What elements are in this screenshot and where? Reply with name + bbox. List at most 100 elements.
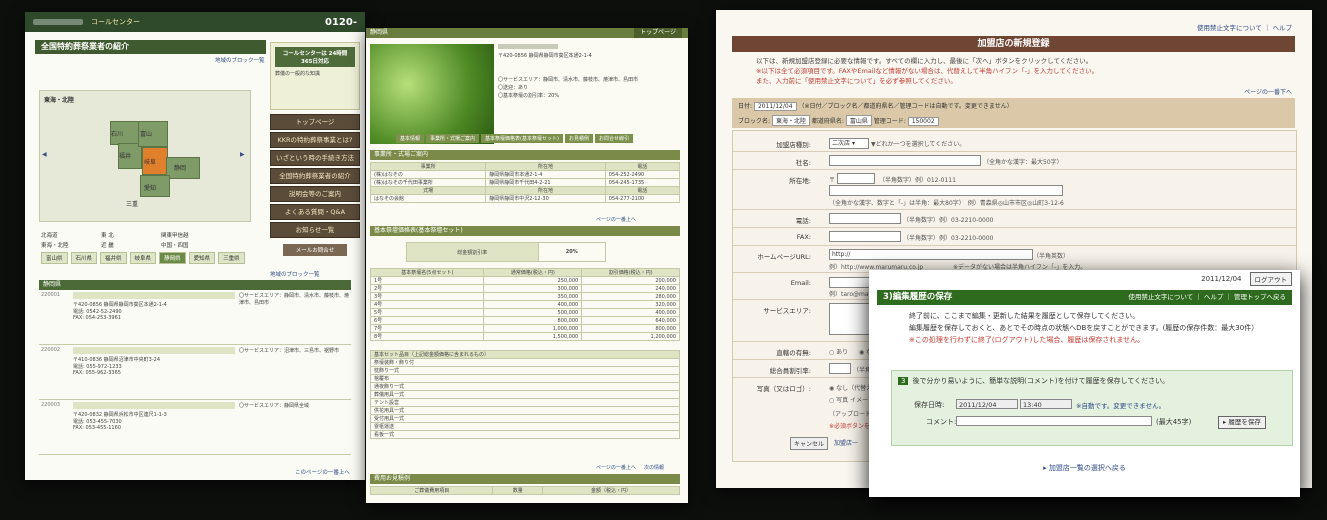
region-tokai[interactable]: 東海・北陸 xyxy=(41,241,101,249)
tab-contact[interactable]: お問合せ線引 xyxy=(594,134,633,143)
agent-main: 〒410-0836 静岡県沼津市中央町3-24 電話: 055-972-1233… xyxy=(71,345,237,399)
direct-yes-radio[interactable]: ○ あり xyxy=(829,347,848,356)
cell: 054-245-1735 xyxy=(604,178,681,187)
pref-button-toyama[interactable]: 富山県 xyxy=(41,252,68,264)
set-item: 棺覆布 xyxy=(370,374,680,383)
address-input[interactable] xyxy=(829,185,1063,196)
type-label: 加盟店種別: xyxy=(776,141,811,149)
pref-button-aichi[interactable]: 愛知県 xyxy=(188,252,216,264)
prefecture-buttons: 富山県 石川県 福井県 岐阜県 静岡県 愛知県 三重県 xyxy=(41,252,251,264)
table-row: 220003 〒420-0832 静岡県浜松市中区連尺1-1-3 電話: 053… xyxy=(39,400,351,455)
admin-top-link[interactable]: 管理トップへ戻る xyxy=(1234,293,1286,301)
tab-price[interactable]: 基本祭壇価格表(基本祭壇セット) xyxy=(481,134,563,143)
mail-contact-button[interactable]: メールお問合せ xyxy=(283,244,347,256)
agent-tel: 電話: 0542-52-2490 xyxy=(73,309,122,315)
set-item: 受付用具一式 xyxy=(370,414,680,423)
agent-directory-window: コールセンター 0120- 全国特約葬祭業者の紹介 地域のブロック一覧 東海・北… xyxy=(25,12,365,480)
section-venues: 事業所・式場ご案内 xyxy=(370,150,680,160)
logout-button[interactable]: ログアウト xyxy=(1249,272,1292,286)
region-kanto[interactable]: 関東甲信越 xyxy=(161,231,221,239)
nav-about[interactable]: KKRの特約葬祭事業とは? xyxy=(270,132,360,148)
tel-input[interactable] xyxy=(829,213,901,224)
breadcrumb: 静岡県 xyxy=(370,29,389,36)
map-left-arrow-icon[interactable]: ◀ xyxy=(42,151,47,158)
region-tohoku[interactable]: 東 北 xyxy=(101,231,161,239)
cell: 280,000 xyxy=(581,292,680,301)
cancel-button[interactable]: キャンセル xyxy=(790,437,829,450)
page-top-link[interactable]: このページの一番上へ xyxy=(295,468,350,476)
instructions: 終了前に、ここまで編集・更新した結果を履歴として保存してください。 編集履歴を保… xyxy=(909,310,1289,346)
next-info-link[interactable]: 次の情報 xyxy=(644,464,664,471)
cell: 1,200,000 xyxy=(581,332,680,341)
nav-directory[interactable]: 全国特約葬祭業者の紹介 xyxy=(270,168,360,184)
map-right-arrow-icon[interactable]: ▶ xyxy=(240,151,245,158)
set-item: 通夜飾り一式 xyxy=(370,382,680,391)
member-list-link[interactable]: 加盟店一 xyxy=(834,438,858,447)
zip-input[interactable] xyxy=(837,173,875,184)
set-item: 供花用具一式 xyxy=(370,406,680,415)
agent-detail-window: 静岡県 トップページ 〒420-0856 静岡県静岡市葵区本通2-1-4 〇サー… xyxy=(366,28,688,503)
table-row: (株)はなその 静岡県静岡市本通2-1-4 054-252-2490 xyxy=(369,170,681,179)
pref-button-gifu[interactable]: 岐阜県 xyxy=(129,252,157,264)
page-title: 加盟店の新規登録 xyxy=(732,36,1295,52)
nav-news[interactable]: お知らせ一覧 xyxy=(270,222,360,238)
forbidden-chars-link[interactable]: 使用禁止文字について xyxy=(1128,293,1193,301)
nav-seminar[interactable]: 説明会等のご案内 xyxy=(270,186,360,202)
agent-name-blurred xyxy=(73,402,235,409)
col-header: 通常価格(税込・円) xyxy=(483,268,583,277)
help-link[interactable]: ヘルプ xyxy=(1273,24,1293,32)
block-list-link[interactable]: 地域のブロック一覧 xyxy=(215,56,265,64)
page-bottom-link[interactable]: ページの一番下へ xyxy=(1244,87,1292,96)
pref-button-fukui[interactable]: 福井県 xyxy=(100,252,127,264)
back-to-list-link[interactable]: ▸ 加盟店一覧の選択へ戻る xyxy=(869,463,1300,473)
top-page-link[interactable]: トップページ xyxy=(634,28,682,38)
type-select[interactable]: 二次店 ▾ xyxy=(829,138,869,149)
agent-name-blurred xyxy=(73,292,235,299)
col-header: ご葬儀費用項目 xyxy=(369,486,494,495)
region-kinki[interactable]: 近 畿 xyxy=(101,241,161,249)
tab-venue[interactable]: 事業所・式場ご案内 xyxy=(426,134,480,143)
pref-label: 都道府県名: xyxy=(811,118,844,125)
company-input[interactable] xyxy=(829,155,981,166)
save-history-button[interactable]: ▸ 履歴を保存 xyxy=(1218,416,1266,429)
section-price: 基本祭壇価格表(基本祭壇セット) xyxy=(370,226,680,236)
table-row: 4号 400,000 320,000 xyxy=(369,300,680,309)
map-region-label: 東海・北陸 xyxy=(44,97,75,104)
venue-table: 事業所 所在地 電話 (株)はなその 静岡県静岡市本通2-1-4 054-252-249… xyxy=(369,162,681,203)
cell: 400,000 xyxy=(483,300,583,309)
forbidden-chars-link[interactable]: 使用禁止文字について xyxy=(1197,24,1262,32)
listing-header: 静岡県 xyxy=(39,280,351,290)
divider xyxy=(733,169,1296,170)
listing-block-link[interactable]: 地域のブロック一覧 xyxy=(270,270,320,278)
agent-name-blurred xyxy=(73,347,235,354)
tab-estimate[interactable]: お見積例 xyxy=(564,134,593,143)
nav-procedure[interactable]: いざという時の手続き方法 xyxy=(270,150,360,166)
date-label: 日付: xyxy=(738,103,753,110)
fax-hint: （半角数字）例）03-2210-0000 xyxy=(903,235,994,242)
comment-input[interactable] xyxy=(956,416,1152,426)
help-link[interactable]: ヘルプ xyxy=(1204,293,1224,301)
fax-input[interactable] xyxy=(829,231,901,242)
region-hokkaido[interactable]: 北海道 xyxy=(41,231,101,239)
pref-button-mie[interactable]: 三重県 xyxy=(218,252,245,264)
url-input[interactable]: http:// xyxy=(829,249,1033,260)
cell: 2号 xyxy=(369,284,485,293)
page-top-link[interactable]: ページの一番上へ xyxy=(596,216,636,223)
col-header: 事業所 xyxy=(369,162,487,171)
page-top-link-2[interactable]: ページの一番上へ xyxy=(596,464,636,471)
pref-button-shizuoka[interactable]: 静岡県 xyxy=(159,252,186,264)
region-chugoku[interactable]: 中国・四国 xyxy=(161,241,221,249)
discount-label: 総金額割引率 xyxy=(406,242,539,262)
cell: 静岡県静岡市中沢2-12-30 xyxy=(485,194,606,203)
nav-top[interactable]: トップページ xyxy=(270,114,360,130)
nav-faq[interactable]: よくある質問・Q&A xyxy=(270,204,360,220)
sidebar: コールセンターは 24時間365日対応 葬儀の一般的な知識 トップページ KKR… xyxy=(270,42,360,256)
tab-basic[interactable]: 基本情報 xyxy=(396,134,425,143)
set-item: テント設営 xyxy=(370,398,680,407)
agent-fax: FAX: 054-253-3961 xyxy=(73,315,121,321)
pref-button-ishikawa[interactable]: 石川県 xyxy=(70,252,98,264)
agent-tel: 電話: 055-972-1233 xyxy=(73,364,122,370)
agent-address: 〒420-0856 静岡県静岡市葵区本通2-1-4 xyxy=(73,302,167,308)
header-nav: 使用禁止文字について ｜ ヘルプ ｜ 管理トップへ戻る xyxy=(1128,293,1286,301)
discount-input[interactable] xyxy=(829,363,851,374)
